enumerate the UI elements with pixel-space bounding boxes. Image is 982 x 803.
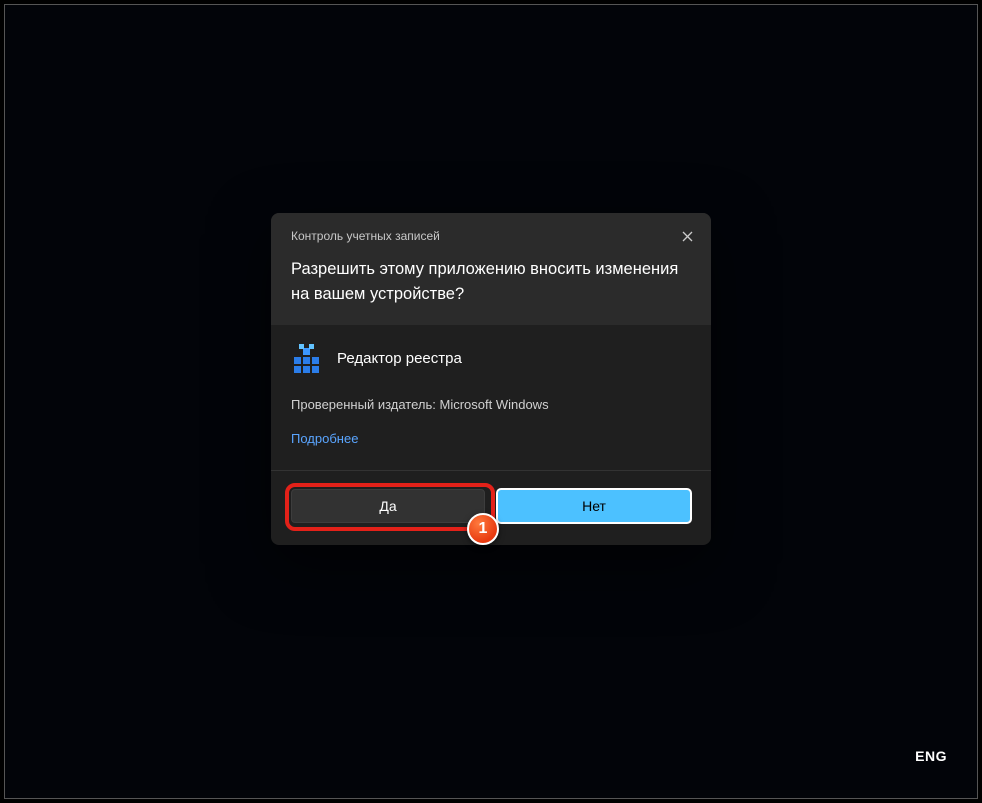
language-indicator[interactable]: ENG [915,748,947,764]
publisher-text: Проверенный издатель: Microsoft Windows [291,397,691,412]
no-button-label: Нет [582,498,606,514]
app-name: Редактор реестра [337,350,462,367]
regedit-icon [291,343,323,375]
dialog-caption: Контроль учетных записей [291,229,691,243]
dialog-body: Редактор реестра Проверенный издатель: M… [271,325,711,470]
close-button[interactable] [673,223,701,251]
more-details-link[interactable]: Подробнее [291,431,358,446]
app-row: Редактор реестра [291,343,691,375]
screen-frame: Контроль учетных записей Разрешить этому… [4,4,978,799]
uac-dialog: Контроль учетных записей Разрешить этому… [271,213,711,545]
yes-button-label: Да [379,498,396,514]
no-button[interactable]: Нет [497,489,691,523]
close-icon [682,229,693,245]
dialog-header: Контроль учетных записей Разрешить этому… [271,213,711,325]
yes-button[interactable]: Да [291,489,485,523]
dialog-title: Разрешить этому приложению вносить измен… [291,257,691,307]
dialog-footer: Да Нет 1 [271,470,711,545]
